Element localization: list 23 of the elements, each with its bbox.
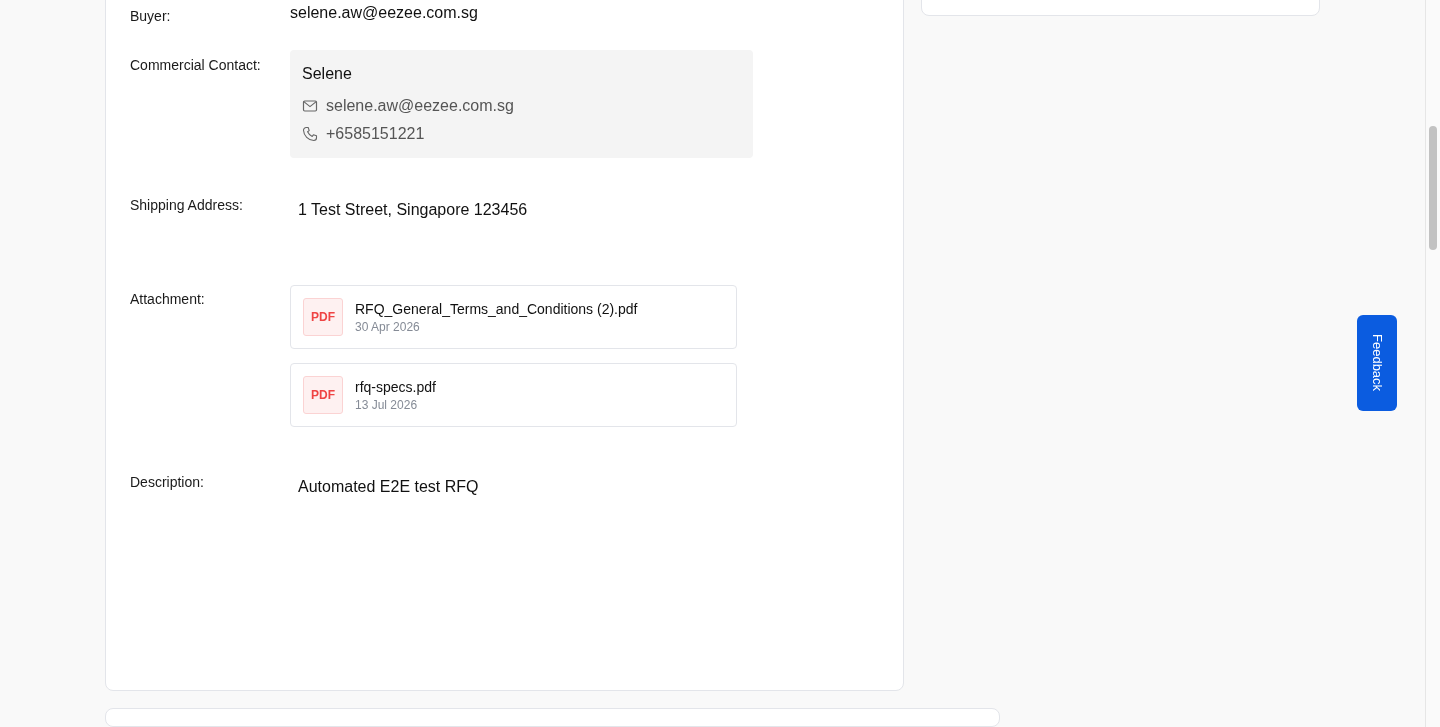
contact-phone: +6585151221 (326, 124, 425, 144)
contact-email: selene.aw@eezee.com.sg (326, 96, 514, 116)
field-value: 1 Test Street, Singapore 123456 (298, 201, 528, 218)
field-label: Attachment: (130, 290, 206, 309)
field-label: Buyer: (130, 7, 172, 26)
feedback-button[interactable]: Feedback (1357, 315, 1397, 411)
field-label: Shipping Address: (130, 196, 244, 215)
field-label: Description: (130, 473, 205, 492)
contact-name: Selene (302, 64, 352, 84)
attachment-card[interactable]: PDF rfq-specs.pdf 13 Jul 2026 (290, 363, 737, 427)
file-name: rfq-specs.pdf (355, 378, 436, 397)
file-date: 30 Apr 2026 (355, 319, 420, 335)
mail-icon (302, 98, 318, 114)
field-label: Commercial Contact: (130, 56, 262, 75)
field-value: selene.aw@eezee.com.sg (290, 3, 478, 23)
attachment-card[interactable]: PDF RFQ_General_Terms_and_Conditions (2).pdf 30 Apr 2026 (290, 285, 737, 349)
scrollbar-thumb[interactable] (1429, 126, 1437, 250)
file-type-tag: PDF (303, 376, 343, 414)
file-name: RFQ_General_Terms_and_Conditions (2).pdf (355, 300, 638, 319)
file-type-tag: PDF (303, 298, 343, 336)
file-date: 13 Jul 2026 (355, 397, 418, 413)
phone-icon (302, 126, 318, 142)
field-value: Automated E2E test RFQ (298, 478, 479, 495)
